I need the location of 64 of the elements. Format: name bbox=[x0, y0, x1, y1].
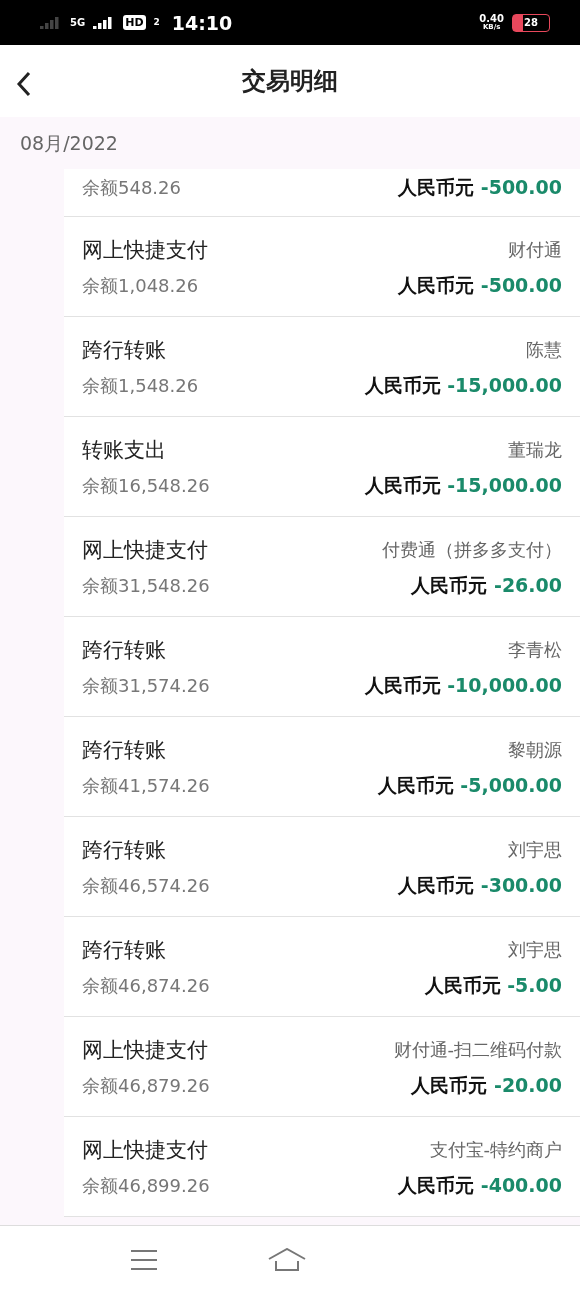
balance: 余额1,548.26 bbox=[82, 374, 199, 398]
balance: 余额46,879.26 bbox=[82, 1074, 210, 1098]
counterparty: 李青松 bbox=[508, 638, 562, 662]
transaction-row[interactable]: 网上快捷支付 付费通（拼多多支付） 余额31,548.26 人民币元 -26.00 bbox=[64, 517, 580, 617]
transaction-type: 跨行转账 bbox=[82, 937, 166, 964]
balance: 余额1,048.26 bbox=[82, 274, 199, 298]
network-speed: 0.40 bbox=[479, 14, 504, 24]
balance: 余额41,574.26 bbox=[82, 774, 210, 798]
amount: 人民币元 -500.00 bbox=[398, 273, 562, 298]
signal-icon bbox=[40, 16, 62, 29]
counterparty: 财付通 bbox=[508, 238, 562, 262]
transaction-type: 跨行转账 bbox=[82, 737, 166, 764]
transaction-row[interactable]: 网上快捷支付 财付通-扫二维码付款 余额46,879.26 人民币元 -20.00 bbox=[64, 1017, 580, 1117]
clock: 14:10 bbox=[171, 11, 233, 34]
counterparty: 董瑞龙 bbox=[508, 438, 562, 462]
amount: 人民币元 -10,000.00 bbox=[364, 673, 562, 698]
month-label: 08月/2022 bbox=[19, 131, 119, 156]
balance: 余额548.26 bbox=[82, 176, 181, 200]
counterparty: 黎朝源 bbox=[508, 738, 562, 762]
amount: 人民币元 -26.00 bbox=[411, 573, 562, 598]
balance: 余额46,899.26 bbox=[82, 1174, 210, 1198]
balance: 余额16,548.26 bbox=[82, 474, 210, 498]
amount: 人民币元 -5,000.00 bbox=[377, 773, 562, 798]
balance: 余额46,874.26 bbox=[82, 974, 210, 998]
transaction-type: 跨行转账 bbox=[82, 337, 166, 364]
amount: 人民币元 -15,000.00 bbox=[364, 373, 562, 398]
menu-icon[interactable] bbox=[130, 1248, 158, 1271]
page-title: 交易明细 bbox=[242, 66, 338, 97]
amount: 人民币元 -5.00 bbox=[424, 973, 562, 998]
transaction-row[interactable]: 跨行转账 黎朝源 余额41,574.26 人民币元 -5,000.00 bbox=[64, 717, 580, 817]
transaction-type: 跨行转账 bbox=[82, 637, 166, 664]
balance: 余额46,574.26 bbox=[82, 874, 210, 898]
counterparty: 刘宇思 bbox=[508, 838, 562, 862]
transaction-type: 网上快捷支付 bbox=[82, 1037, 208, 1064]
transaction-row[interactable]: 跨行转账 刘宇思 余额46,874.26 人民币元 -5.00 bbox=[64, 917, 580, 1017]
counterparty: 支付宝-特约商户 bbox=[429, 1138, 562, 1162]
network-type: 5G bbox=[70, 17, 86, 28]
balance: 余额31,548.26 bbox=[82, 574, 210, 598]
transaction-row[interactable]: 网上快捷支付 支付宝-特约商户 余额46,899.26 人民币元 -400.00 bbox=[64, 1117, 580, 1217]
counterparty: 陈慧 bbox=[526, 338, 562, 362]
transaction-row[interactable]: 转账支出 董瑞龙 余额16,548.26 人民币元 -15,000.00 bbox=[64, 417, 580, 517]
battery-indicator: 28 bbox=[512, 13, 550, 32]
amount: 人民币元 -400.00 bbox=[398, 1173, 562, 1198]
transaction-type: 网上快捷支付 bbox=[82, 1137, 208, 1164]
transaction-type: 转账支出 bbox=[82, 437, 166, 464]
transaction-type: 网上快捷支付 bbox=[82, 537, 208, 564]
amount: 人民币元 -20.00 bbox=[411, 1073, 562, 1098]
transaction-row[interactable]: 跨行转账 刘宇思 余额46,574.26 人民币元 -300.00 bbox=[64, 817, 580, 917]
transaction-row[interactable]: 跨行转账 陈慧 余额1,548.26 人民币元 -15,000.00 bbox=[64, 317, 580, 417]
home-icon[interactable] bbox=[268, 1247, 306, 1272]
balance: 余额31,574.26 bbox=[82, 674, 210, 698]
amount: 人民币元 -300.00 bbox=[398, 873, 562, 898]
transaction-type: 跨行转账 bbox=[82, 837, 166, 864]
amount: 人民币元 -500.00 bbox=[398, 175, 562, 200]
transaction-row[interactable]: 网上快捷支付 财付通 余额1,048.26 人民币元 -500.00 bbox=[64, 217, 580, 317]
transaction-row[interactable]: 余额548.26 人民币元 -500.00 bbox=[64, 169, 580, 217]
transaction-type: 网上快捷支付 bbox=[82, 237, 208, 264]
counterparty: 付费通（拼多多支付） bbox=[382, 538, 562, 562]
hd-badge: HD bbox=[123, 15, 146, 30]
counterparty: 刘宇思 bbox=[508, 938, 562, 962]
hd-subscript: 2 bbox=[153, 18, 160, 27]
transaction-row[interactable]: 跨行转账 李青松 余额31,574.26 人民币元 -10,000.00 bbox=[64, 617, 580, 717]
counterparty: 财付通-扫二维码付款 bbox=[393, 1038, 562, 1062]
amount: 人民币元 -15,000.00 bbox=[364, 473, 562, 498]
